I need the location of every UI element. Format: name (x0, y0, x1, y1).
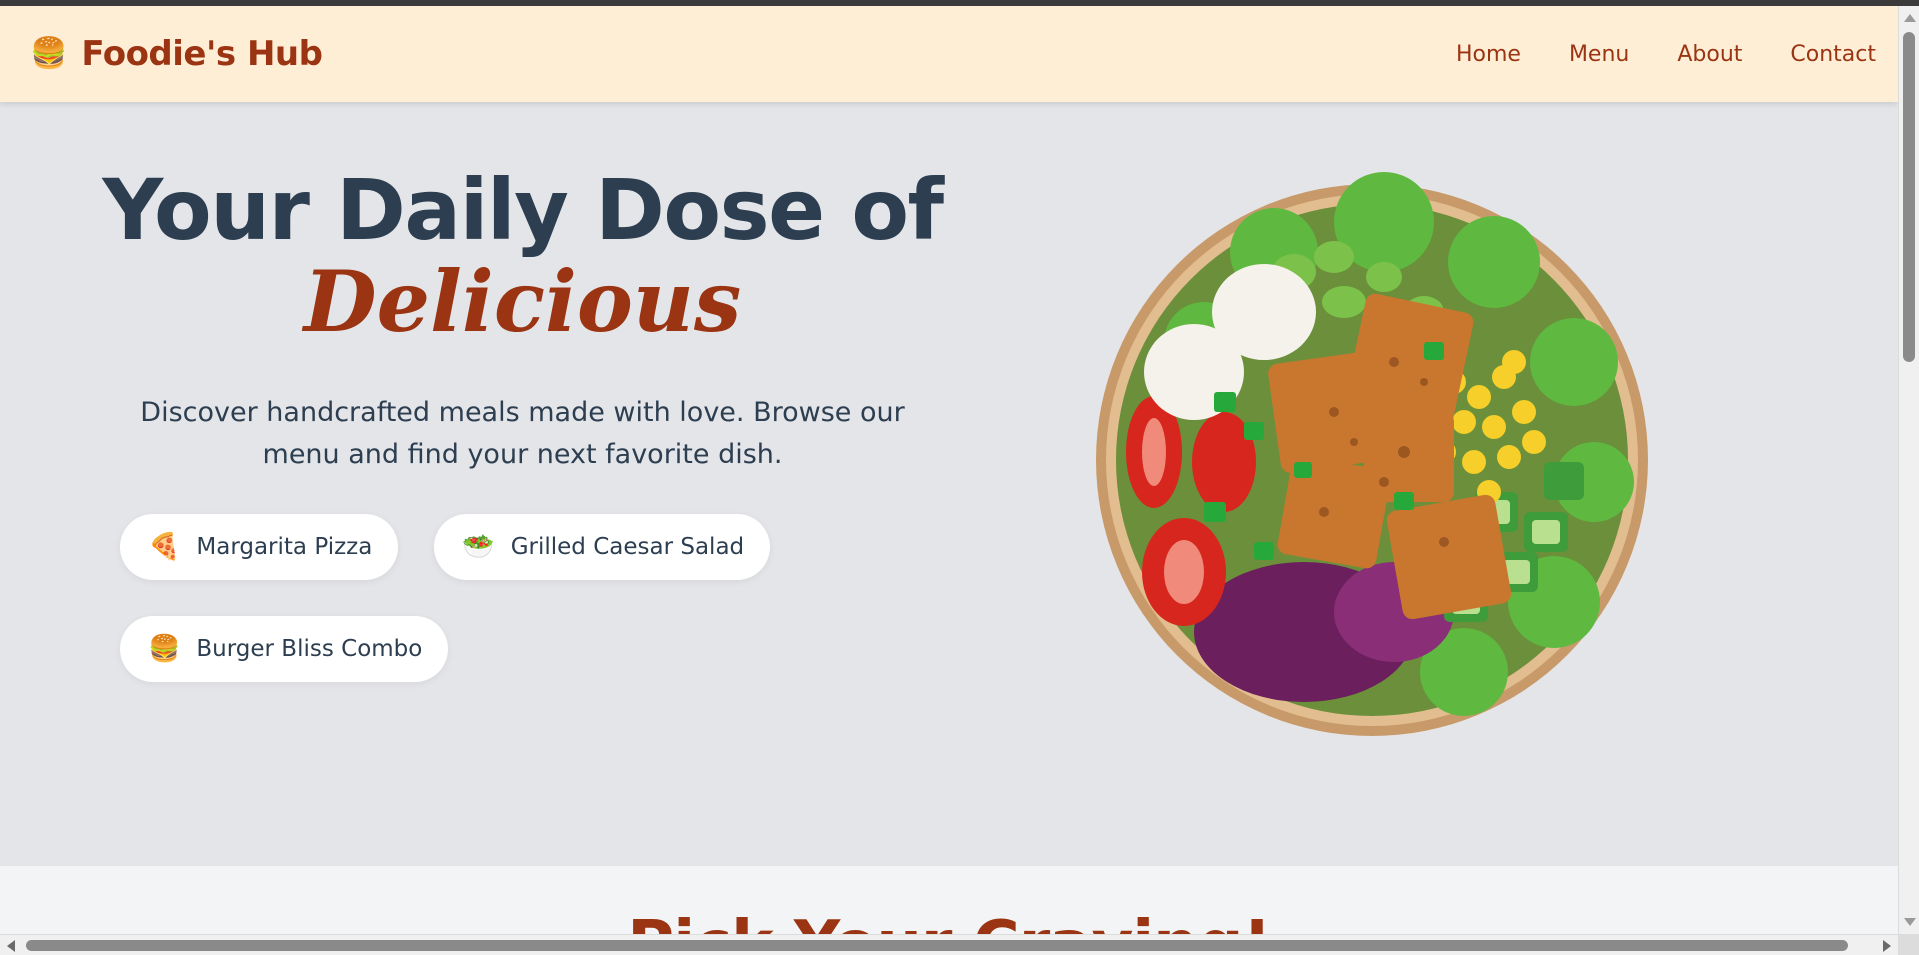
menu-section: Pick Your Craving! (0, 866, 1898, 934)
scroll-left-arrow-icon[interactable] (7, 940, 15, 952)
chip-label: Grilled Caesar Salad (510, 534, 745, 560)
hamburger-icon: 🍔 (148, 634, 181, 664)
chip-label: Margarita Pizza (196, 534, 373, 560)
hamburger-icon: 🍔 (30, 36, 68, 71)
hero-title-line1: Your Daily Dose of (102, 161, 944, 259)
section-title: Pick Your Craving! (0, 908, 1898, 934)
main-nav: Home Menu About Contact (1456, 42, 1876, 67)
chip-label: Burger Bliss Combo (196, 636, 423, 662)
horizontal-scrollbar[interactable] (0, 934, 1898, 955)
nav-link-menu[interactable]: Menu (1569, 42, 1629, 67)
horizontal-scroll-thumb[interactable] (26, 940, 1848, 951)
nav-link-about[interactable]: About (1677, 42, 1742, 67)
nav-link-home[interactable]: Home (1456, 42, 1521, 67)
hero-subtitle: Discover handcrafted meals made with lov… (140, 397, 905, 470)
chip-burger-bliss-combo[interactable]: 🍔 Burger Bliss Combo (120, 616, 449, 682)
chip-grilled-caesar-salad[interactable]: 🥗 Grilled Caesar Salad (434, 514, 771, 580)
salad-bowl-image (1094, 162, 1654, 742)
pizza-icon: 🍕 (148, 532, 181, 562)
nav-link-contact[interactable]: Contact (1790, 42, 1876, 67)
hero-title-accent: Delicious (303, 252, 742, 351)
featured-dish-chips: 🍕 Margarita Pizza 🥗 Grilled Caesar Salad… (120, 514, 840, 682)
vertical-scroll-thumb[interactable] (1903, 32, 1915, 362)
chip-margarita-pizza[interactable]: 🍕 Margarita Pizza (120, 514, 399, 580)
navbar: 🍔 Foodie's Hub Home Menu About Contact (0, 6, 1898, 102)
brand-name: Foodie's Hub (81, 34, 323, 74)
hero-text: Your Daily Dose of Delicious Discover ha… (100, 164, 945, 476)
scroll-down-arrow-icon[interactable] (1904, 918, 1916, 926)
salad-icon: 🥗 (462, 532, 495, 562)
vertical-scrollbar[interactable] (1898, 6, 1919, 934)
scroll-up-arrow-icon[interactable] (1904, 14, 1916, 22)
hero-section: Your Daily Dose of Delicious Discover ha… (0, 102, 1898, 866)
scrollbar-corner (1898, 934, 1919, 955)
page-viewport: 🍔 Foodie's Hub Home Menu About Contact Y… (0, 6, 1898, 934)
brand-logo[interactable]: 🍔 Foodie's Hub (30, 34, 323, 74)
scroll-right-arrow-icon[interactable] (1883, 940, 1891, 952)
